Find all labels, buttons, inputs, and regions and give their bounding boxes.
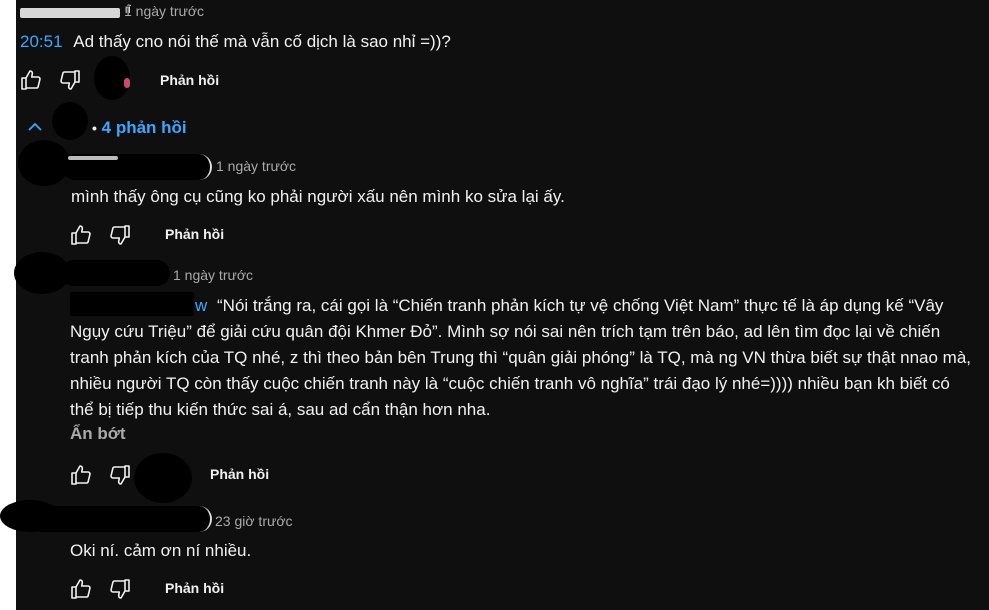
redacted-author-name — [60, 260, 170, 286]
thumbs-up-icon — [71, 579, 91, 599]
reply-text: Oki ní. cảm ơn ní nhiều. — [70, 541, 252, 560]
show-less-button[interactable]: Ẩn bớt — [70, 424, 126, 444]
redacted-avatar — [52, 102, 88, 140]
top-comment-text: Ad thấy cno nói thế mà vẫn cố dịch là sa… — [73, 32, 451, 51]
thumbs-down-icon — [110, 225, 130, 245]
creator-heart-icon — [124, 78, 130, 88]
reply-button[interactable]: Phản hồi — [160, 72, 219, 88]
reply-button[interactable]: Phản hồi — [165, 226, 224, 242]
like-button[interactable] — [69, 577, 93, 601]
reply-button[interactable]: Phản hồi — [165, 580, 224, 596]
separator-dot: • — [92, 120, 97, 136]
thumbs-up-icon — [71, 225, 91, 245]
thumbs-up-icon — [21, 70, 41, 90]
reply-button[interactable]: Phản hồi — [210, 466, 269, 482]
redacted-avatar — [134, 453, 192, 503]
like-button[interactable] — [69, 463, 93, 487]
thumbs-down-icon — [60, 70, 80, 90]
top-comment-body: 20:51 Ad thấy cno nói thế mà vẫn cố dịch… — [20, 29, 451, 55]
top-comment-time[interactable]: 1 ngày trước — [124, 3, 204, 19]
replies-count-label: 4 phản hồi — [101, 118, 187, 137]
redacted-author-name — [30, 506, 212, 532]
dislike-button[interactable] — [108, 223, 132, 247]
dislike-button[interactable] — [108, 463, 132, 487]
video-timestamp-link[interactable]: 20:51 — [20, 32, 63, 51]
chevron-up-icon — [28, 122, 42, 131]
replies-toggle[interactable]: • 4 phản hồi — [92, 118, 187, 138]
reply-text: mình thấy ông cụ cũng ko phải người xấu … — [71, 187, 565, 206]
author-name-fragment — [68, 156, 118, 160]
reply-time[interactable]: 23 giờ trước — [215, 513, 293, 529]
thumbs-down-icon — [110, 465, 130, 485]
thumbs-down-icon — [110, 579, 130, 599]
like-button[interactable] — [19, 68, 43, 92]
reply-time[interactable]: 1 ngày trước — [173, 267, 253, 283]
dislike-button[interactable] — [108, 577, 132, 601]
dislike-button[interactable] — [58, 68, 82, 92]
reply-text: “Nói trắng ra, cái gọi là “Chiến tranh p… — [70, 296, 972, 419]
reply-time[interactable]: 1 ngày trước — [216, 158, 296, 174]
top-comment-author[interactable]: ıĩ — [20, 2, 131, 20]
like-button[interactable] — [69, 223, 93, 247]
thumbs-up-icon — [71, 465, 91, 485]
collapse-replies-button[interactable] — [26, 118, 44, 136]
